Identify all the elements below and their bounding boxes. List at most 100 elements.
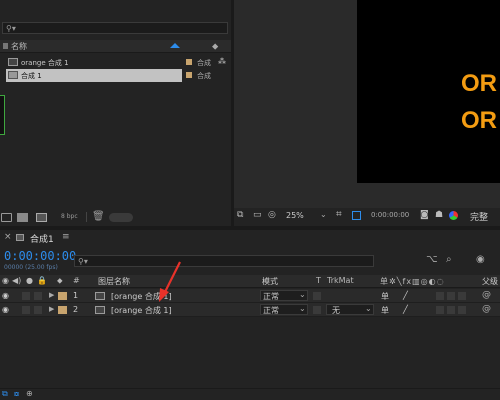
camera-snapshot-icon[interactable]: ◙: [420, 210, 429, 220]
mode-dropdown[interactable]: 正常 ⌄: [260, 304, 308, 315]
t-column-header[interactable]: T: [316, 276, 321, 285]
chevron-down-icon: ⌄: [365, 304, 372, 313]
monitor-icon[interactable]: ▭: [253, 210, 262, 220]
new-composition-icon[interactable]: [36, 213, 47, 222]
parent-column-header[interactable]: 父级: [482, 276, 498, 287]
table-row[interactable]: ◉ ▶ 1 [orange 合成 1] 正常 ⌄ 单 ╱ @: [0, 289, 500, 303]
label-column-icon[interactable]: ⬥: [57, 276, 63, 286]
current-time-display[interactable]: 0:00:00:00: [4, 249, 76, 263]
thumbnail-toggle[interactable]: [109, 213, 133, 222]
grid-toggle-icon[interactable]: [352, 211, 361, 220]
thumbnail-preview: [0, 95, 5, 135]
shy-switch[interactable]: 单: [381, 305, 389, 316]
layer-index: 1: [73, 291, 79, 300]
eye-icon[interactable]: ◉: [2, 291, 9, 300]
quality-switch[interactable]: ╱: [403, 305, 408, 314]
fx-switch-box[interactable]: [436, 306, 444, 314]
lock-switch[interactable]: [34, 292, 42, 300]
fx-switch-box[interactable]: [436, 292, 444, 300]
tag-icon[interactable]: ⬥: [212, 42, 218, 52]
preserve-transparency-box[interactable]: [313, 292, 321, 300]
trkmat-column-header[interactable]: TrkMat: [327, 276, 354, 285]
switches-column-header[interactable]: 单✲╲fx▥◎◐◌: [380, 276, 445, 287]
mode-dropdown[interactable]: 正常 ⌄: [260, 290, 308, 301]
motion-blur-switch[interactable]: [447, 292, 455, 300]
panel-menu-icon[interactable]: ≡: [62, 232, 70, 242]
eye-icon[interactable]: ◉: [2, 305, 9, 314]
sort-ascending-icon[interactable]: [170, 43, 180, 48]
new-folder-icon[interactable]: [17, 213, 28, 222]
solo-icon[interactable]: ●: [26, 276, 33, 285]
label-color-swatch: [186, 72, 192, 78]
layer-name-column-header[interactable]: 图层名称: [98, 276, 130, 287]
search-icon: ⚲▾: [6, 24, 16, 33]
audio-toggle-icon[interactable]: ◀): [12, 276, 21, 285]
timeline-empty-area: [0, 318, 500, 388]
modes-toggle-icon[interactable]: ⧇: [14, 389, 19, 399]
composition-icon: [8, 71, 18, 79]
3d-layer-switch[interactable]: [458, 306, 466, 314]
parent-pickwhip-icon[interactable]: @: [482, 290, 491, 300]
composition-canvas: OR OR: [357, 0, 500, 183]
index-column-header[interactable]: #: [73, 276, 80, 285]
shy-switch[interactable]: 单: [381, 291, 389, 302]
timeline-tab-bar: × 合成1 ≡: [0, 230, 500, 246]
name-column-header[interactable]: 名称: [11, 41, 27, 52]
comp-flowchart-icon[interactable]: ⌥: [426, 254, 438, 265]
trash-icon[interactable]: 🗑: [92, 211, 105, 222]
frame-info: 00000 (25.00 fps): [4, 264, 58, 271]
timeline-search-input[interactable]: ⚲▾: [74, 255, 374, 267]
zoom-dropdown[interactable]: 25%: [286, 211, 304, 220]
project-search-input[interactable]: ⚲▾: [2, 22, 228, 34]
parent-pickwhip-icon[interactable]: @: [482, 304, 491, 314]
project-item[interactable]: 合成 1 合成: [0, 69, 231, 82]
motion-blur-icon[interactable]: ◉: [476, 254, 485, 265]
chevron-down-icon: ⌄: [299, 290, 306, 299]
trkmat-value: 无: [332, 306, 340, 315]
project-item-type: 合成: [197, 72, 211, 80]
viewer-timecode[interactable]: 0:00:00:00: [371, 211, 409, 219]
interpret-footage-icon[interactable]: [1, 213, 12, 222]
layer-index: 2: [73, 305, 79, 314]
always-preview-icon[interactable]: ⧉: [237, 210, 243, 220]
quality-switch[interactable]: ╱: [403, 291, 408, 300]
chevron-down-icon[interactable]: ⌄: [320, 210, 327, 219]
preserve-transparency-box[interactable]: [313, 306, 321, 314]
label-color-swatch[interactable]: [58, 306, 67, 314]
show-snapshot-icon[interactable]: ☗: [435, 210, 443, 220]
table-row[interactable]: ◉ ▶ 2 [orange 合成 1] 正常 ⌄ 无 ⌄ 单 ╱ @: [0, 303, 500, 317]
mode-column-header[interactable]: 模式: [262, 276, 278, 287]
3d-layer-switch[interactable]: [458, 292, 466, 300]
solo-switch[interactable]: [22, 292, 30, 300]
overlay-text-line: OR: [461, 107, 497, 134]
region-of-interest-icon[interactable]: ⌗: [336, 209, 342, 220]
trkmat-dropdown[interactable]: 无 ⌄: [326, 304, 374, 315]
bit-depth-button[interactable]: 8 bpc: [61, 213, 78, 220]
layer-name[interactable]: [orange 合成 1]: [111, 305, 172, 316]
close-icon[interactable]: ×: [4, 232, 12, 242]
overlay-text-line: OR: [461, 70, 497, 97]
project-item-name: 合成 1: [21, 72, 42, 80]
label-color-swatch[interactable]: [58, 292, 67, 300]
label-color-swatch: [186, 59, 192, 65]
mask-icon[interactable]: ◎: [268, 210, 276, 220]
duration-toggle-icon[interactable]: ⊕: [26, 389, 33, 398]
video-toggle-icon[interactable]: ◉: [2, 276, 9, 285]
draft-3d-icon[interactable]: ⌕: [446, 254, 452, 265]
project-panel: [0, 0, 231, 232]
timeline-footer-toolbar: ⧉ ⧇ ⊕: [0, 388, 500, 400]
flowchart-icon[interactable]: ⁂: [218, 57, 226, 66]
color-channels-icon[interactable]: [449, 211, 458, 220]
expand-triangle-icon[interactable]: ▶: [49, 305, 54, 313]
project-item-name: orange 合成 1: [21, 59, 69, 67]
project-item[interactable]: orange 合成 1 合成 ⁂: [0, 56, 231, 69]
motion-blur-switch[interactable]: [447, 306, 455, 314]
resolution-dropdown[interactable]: 完整: [470, 210, 488, 223]
lock-icon[interactable]: 🔒: [37, 276, 47, 285]
tab-composition[interactable]: 合成1: [30, 232, 54, 245]
composition-icon: [95, 306, 105, 314]
lock-switch[interactable]: [34, 306, 42, 314]
expand-triangle-icon[interactable]: ▶: [49, 291, 54, 299]
layer-switches-toggle-icon[interactable]: ⧉: [2, 389, 8, 399]
solo-switch[interactable]: [22, 306, 30, 314]
